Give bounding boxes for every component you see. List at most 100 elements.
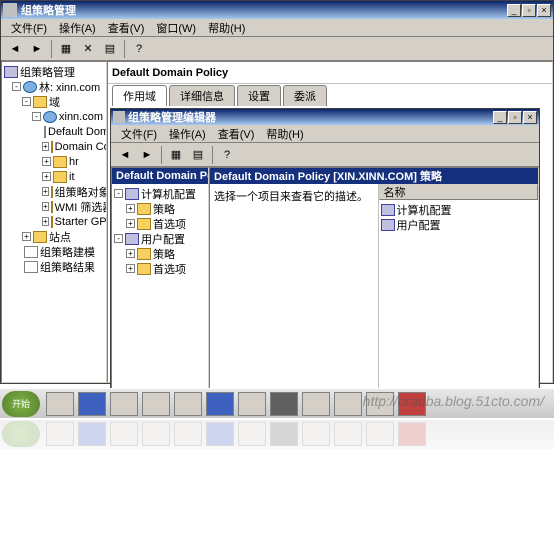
tree-item-2[interactable]: hr [69, 156, 79, 168]
editor-tree-pane[interactable]: Default Domain Policy [XIN.X -计算机配置 +策略 … [111, 167, 209, 391]
editor-left-header: Default Domain Policy [XIN.X [112, 168, 208, 184]
tree-comp-prefs[interactable]: 首选项 [153, 216, 186, 232]
tab-details[interactable]: 详细信息 [169, 85, 235, 106]
minimize-button[interactable]: _ [507, 4, 521, 17]
task-item[interactable] [142, 392, 170, 416]
list-item[interactable]: 用户配置 [381, 217, 537, 232]
task-item[interactable] [174, 392, 202, 416]
outer-titlebar[interactable]: 组策略管理 _ ▫ × [1, 1, 553, 19]
computer-icon [125, 188, 139, 200]
show-tree-button[interactable]: ▦ [56, 39, 76, 59]
results-icon [24, 261, 38, 273]
menu-action[interactable]: 操作(A) [53, 19, 102, 37]
menu-file[interactable]: 文件(F) [5, 19, 53, 37]
tab-delegation[interactable]: 委派 [283, 85, 327, 106]
task-item[interactable] [78, 392, 106, 416]
tree-user-config[interactable]: 用户配置 [141, 231, 185, 247]
editor-right-header: Default Domain Policy [XIN.XINN.COM] 策略 [210, 168, 538, 184]
editor-back-button[interactable]: ◄ [115, 145, 135, 165]
editor-forward-button[interactable]: ► [137, 145, 157, 165]
tree-computer-config[interactable]: 计算机配置 [141, 186, 196, 202]
folder-icon [51, 201, 53, 213]
editor-menu-help[interactable]: 帮助(H) [260, 125, 309, 143]
user-icon [381, 219, 395, 231]
editor-menu-action[interactable]: 操作(A) [163, 125, 212, 143]
tree-results[interactable]: 组策略结果 [40, 259, 95, 275]
start-button[interactable]: 开始 [2, 391, 40, 417]
tree-item-6[interactable]: Starter GPO [55, 216, 107, 228]
back-button[interactable]: ◄ [5, 39, 25, 59]
tab-scope[interactable]: 作用域 [112, 85, 167, 106]
expand-computer[interactable]: - [114, 189, 123, 198]
expand-sites[interactable]: + [22, 232, 31, 241]
menu-view[interactable]: 查看(V) [102, 19, 151, 37]
editor-minimize-button[interactable]: _ [493, 111, 507, 124]
tree-modeling[interactable]: 组策略建模 [40, 244, 95, 260]
task-item[interactable] [110, 392, 138, 416]
expand-uprefs[interactable]: + [126, 264, 135, 273]
editor-close-button[interactable]: × [523, 111, 537, 124]
expand-domains[interactable]: - [22, 97, 31, 106]
tree-domain[interactable]: xinn.com [59, 111, 103, 123]
tree-item-3[interactable]: it [69, 171, 75, 183]
task-item[interactable] [366, 392, 394, 416]
folder-icon [137, 248, 151, 260]
tree-item-4[interactable]: 组策略对象 [55, 184, 107, 200]
editor-maximize-button[interactable]: ▫ [508, 111, 522, 124]
editor-list-button[interactable]: ▤ [188, 145, 208, 165]
editor-app-icon [113, 111, 125, 123]
task-item[interactable] [270, 392, 298, 416]
expand-cpol[interactable]: + [126, 204, 135, 213]
tree-item-1[interactable]: Domain Control [55, 141, 107, 153]
delete-button[interactable]: ✕ [78, 39, 98, 59]
name-column: 名称 计算机配置 用户配置 [379, 184, 539, 390]
expand-it[interactable]: + [42, 172, 51, 181]
modeling-icon [24, 246, 38, 258]
editor-menu-view[interactable]: 查看(V) [212, 125, 261, 143]
task-item[interactable] [238, 392, 266, 416]
expand-domain[interactable]: - [32, 112, 41, 121]
menu-window[interactable]: 窗口(W) [150, 19, 202, 37]
expand-cprefs[interactable]: + [126, 219, 135, 228]
tree-root[interactable]: 组策略管理 [20, 64, 75, 80]
editor-menu-file[interactable]: 文件(F) [115, 125, 163, 143]
tree-sites[interactable]: 站点 [49, 229, 71, 245]
task-item[interactable] [302, 392, 330, 416]
forward-button[interactable]: ► [27, 39, 47, 59]
expand-gpos[interactable]: + [42, 187, 49, 196]
list-item[interactable]: 计算机配置 [381, 202, 537, 217]
expand-forest[interactable]: - [12, 82, 21, 91]
menu-help[interactable]: 帮助(H) [202, 19, 251, 37]
maximize-button[interactable]: ▫ [522, 4, 536, 17]
tree-domains[interactable]: 域 [49, 94, 60, 110]
expand-upol[interactable]: + [126, 249, 135, 258]
tree-item-0[interactable]: Default Domain [48, 126, 107, 138]
outer-title: 组策略管理 [21, 2, 507, 18]
tab-settings[interactable]: 设置 [237, 85, 281, 106]
app-icon [3, 3, 17, 17]
help-button[interactable]: ? [129, 39, 149, 59]
tree-user-policies[interactable]: 策略 [153, 246, 175, 262]
task-item[interactable] [334, 392, 362, 416]
properties-button[interactable]: ▤ [100, 39, 120, 59]
task-item[interactable] [206, 392, 234, 416]
close-button[interactable]: × [537, 4, 551, 17]
task-item[interactable] [398, 392, 426, 416]
editor-help-button[interactable]: ? [217, 145, 237, 165]
tree-comp-policies[interactable]: 策略 [153, 201, 175, 217]
tree-user-prefs[interactable]: 首选项 [153, 261, 186, 277]
tree-item-5[interactable]: WMI 筛选器 [55, 199, 107, 215]
expand-wmi[interactable]: + [42, 202, 49, 211]
sites-icon [33, 231, 47, 243]
name-column-header[interactable]: 名称 [379, 184, 539, 200]
expand-starter[interactable]: + [42, 217, 49, 226]
task-item[interactable] [46, 392, 74, 416]
tree-forest[interactable]: 林: xinn.com [39, 79, 100, 95]
editor-tree-button[interactable]: ▦ [166, 145, 186, 165]
editor-titlebar[interactable]: 组策略管理编辑器 _ ▫ × [111, 109, 539, 125]
console-tree[interactable]: 组策略管理 -林: xinn.com -域 -xinn.com Default … [1, 61, 107, 383]
details-header: Default Domain Policy [108, 62, 552, 84]
expand-dc[interactable]: + [42, 142, 49, 151]
expand-user[interactable]: - [114, 234, 123, 243]
expand-hr[interactable]: + [42, 157, 51, 166]
